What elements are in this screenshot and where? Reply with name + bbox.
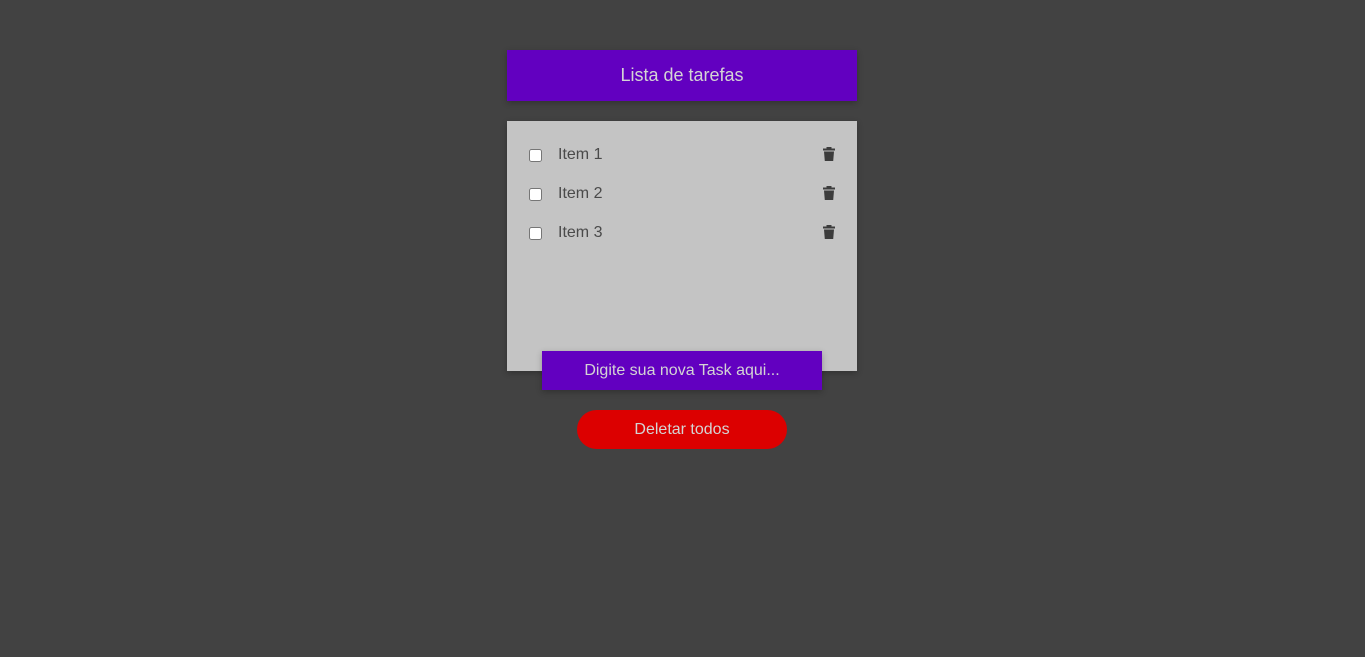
trash-icon[interactable] [823,147,835,161]
task-label: Item 2 [558,185,603,202]
task-checkbox[interactable] [529,187,542,201]
task-card: Item 1 Item 2 Item 3 [507,121,857,371]
app-header: Lista de tarefas [507,50,857,101]
task-checkbox[interactable] [529,226,542,240]
list-item: Item 3 [507,221,857,245]
delete-all-button[interactable]: Deletar todos [577,410,787,449]
list-item: Item 2 [507,182,857,206]
trash-icon[interactable] [823,186,835,200]
task-checkbox[interactable] [529,148,542,162]
task-label: Item 3 [558,224,603,241]
new-task-input[interactable] [542,351,822,390]
trash-icon[interactable] [823,225,835,239]
page-title: Lista de tarefas [620,65,744,85]
task-label: Item 1 [558,146,603,163]
list-item: Item 1 [507,143,857,167]
